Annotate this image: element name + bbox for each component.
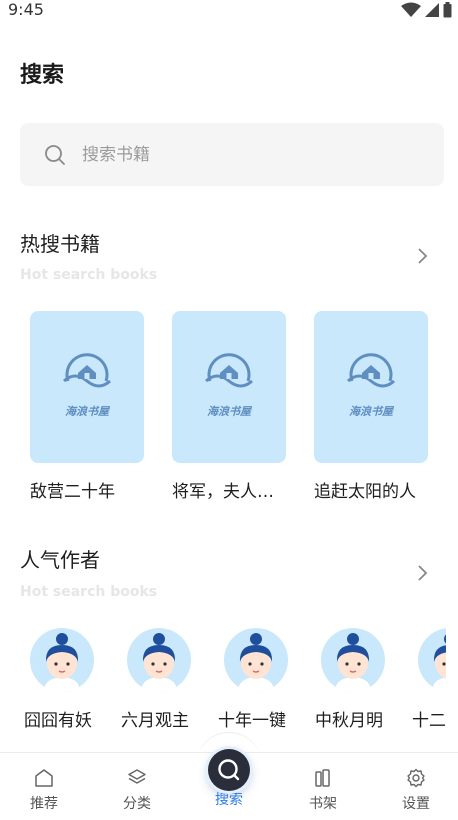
avatar-icon [44,633,80,692]
status-bar: 9:45 [0,0,458,24]
book-cover[interactable]: 海浪书屋 [30,311,144,463]
signal-icon [425,3,439,17]
tab-label: 书架 [309,796,337,812]
author-name[interactable]: 囧囧有妖 [24,706,124,731]
author-name[interactable]: 十二 [412,706,446,731]
status-time: 9:45 [8,0,44,19]
search-bar[interactable] [20,123,444,186]
cover-logo-icon [204,353,254,388]
popular-authors-more-chevron-icon[interactable] [412,561,432,585]
cover-logo-icon [346,353,396,388]
authors-list[interactable]: 囧囧有妖 六月观主 十年一键 中秋月明 十二 [0,628,446,732]
book-title[interactable]: 将军，夫人… [172,477,302,502]
cover-logo-text: 海浪书屋 [349,405,393,418]
tab-recommend[interactable]: 推荐 [14,767,74,813]
hot-books-subtitle: Hot search books [20,267,158,283]
book-title[interactable]: 追赶太阳的人 [314,477,444,502]
center-search-button[interactable] [208,749,250,791]
author-avatar[interactable] [224,628,288,692]
layers-icon [128,769,146,784]
search-icon [218,759,240,781]
cover-logo-icon [62,353,112,388]
tab-settings[interactable]: 设置 [386,767,446,813]
tab-bookshelf[interactable]: 书架 [293,767,353,813]
popular-authors-title: 人气作者 [20,548,100,572]
author-avatar[interactable] [418,628,446,692]
cover-logo-text: 海浪书屋 [207,405,251,418]
tab-category[interactable]: 分类 [107,767,167,813]
hot-books-title: 热搜书籍 [20,232,100,256]
tab-label: 推荐 [30,796,58,812]
tab-label: 设置 [402,796,430,812]
status-icons [401,2,452,18]
author-avatar[interactable] [127,628,191,692]
book-title[interactable]: 敌营二十年 [30,477,160,502]
gear-icon [407,768,425,788]
avatar-icon [335,633,371,692]
book-card[interactable]: 海浪书屋 敌营二十年 [30,311,144,502]
avatar-icon [432,634,446,692]
search-input[interactable] [82,141,402,169]
tab-label: 分类 [123,796,151,812]
popular-authors-subtitle: Hot search books [20,584,158,600]
author-name[interactable]: 十年一键 [218,706,318,731]
author-avatar[interactable] [321,628,385,692]
avatar-icon [141,633,177,692]
author-name[interactable]: 中秋月明 [315,706,415,731]
tab-label: 搜索 [215,792,243,808]
wifi-icon [401,2,421,17]
page-title: 搜索 [20,63,65,88]
bookshelf-icon [315,769,330,787]
cover-logo-text: 海浪书屋 [65,405,109,418]
avatar-icon [238,633,274,692]
home-icon [35,769,53,787]
author-avatar[interactable] [30,628,94,692]
battery-icon [443,2,452,18]
hot-books-more-chevron-icon[interactable] [412,244,432,268]
search-icon [45,145,65,165]
author-name[interactable]: 六月观主 [121,706,221,731]
book-card[interactable]: 海浪书屋 追赶太阳的人 [314,311,428,502]
book-card[interactable]: 海浪书屋 将军，夫人… [172,311,286,502]
book-cover[interactable]: 海浪书屋 [172,311,286,463]
book-cover[interactable]: 海浪书屋 [314,311,428,463]
